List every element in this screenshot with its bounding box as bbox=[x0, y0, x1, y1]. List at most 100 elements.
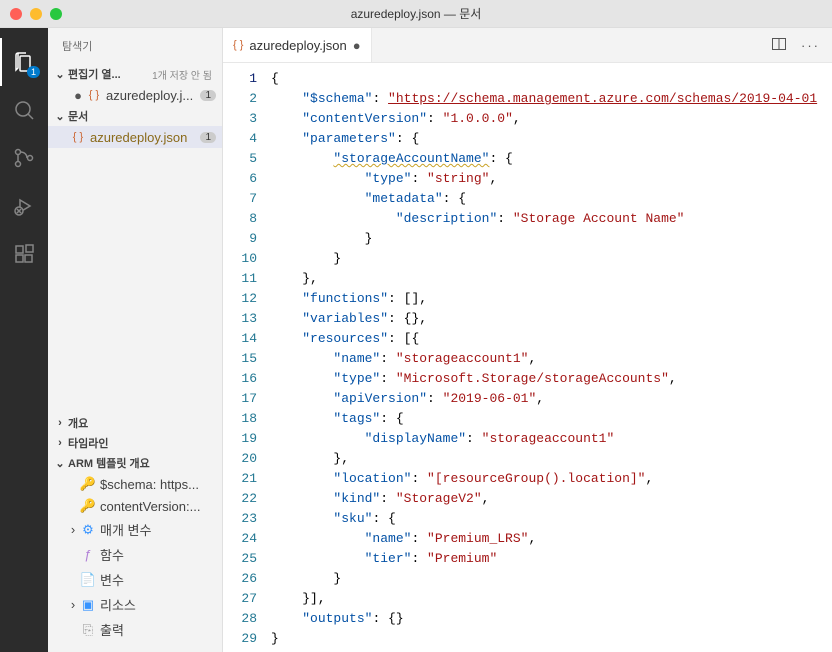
timeline-label: 타임라인 bbox=[68, 435, 108, 451]
unsaved-status: 1개 저장 안 됨 bbox=[152, 67, 218, 82]
explorer-icon[interactable]: 1 bbox=[0, 38, 48, 86]
arm-outline-item[interactable]: 🔑contentVersion:... bbox=[48, 495, 222, 517]
maximize-window-button[interactable] bbox=[50, 8, 62, 20]
json-file-icon: { } bbox=[233, 39, 243, 51]
open-editors-header[interactable]: ⌄ 편집기 열... 1개 저장 안 됨 bbox=[48, 64, 222, 84]
arm-outline-item[interactable]: ›▣리소스 bbox=[48, 592, 222, 617]
activity-bar: 1 bbox=[0, 28, 48, 652]
code-line: "description": "Storage Account Name" bbox=[271, 209, 832, 229]
code-line: "variables": {}, bbox=[271, 309, 832, 329]
arm-outline-item[interactable]: 📄변수 bbox=[48, 567, 222, 592]
code-line: "name": "Premium_LRS", bbox=[271, 529, 832, 549]
line-number: 17 bbox=[223, 389, 257, 409]
arm-item-label: $schema: https... bbox=[100, 477, 199, 492]
line-number: 4 bbox=[223, 129, 257, 149]
out-icon: ⎘ bbox=[80, 622, 96, 638]
code-line: "location": "[resourceGroup().location]"… bbox=[271, 469, 832, 489]
arm-outline-item[interactable]: 🔑$schema: https... bbox=[48, 473, 222, 495]
split-editor-icon[interactable] bbox=[771, 36, 787, 55]
code-line: } bbox=[271, 569, 832, 589]
window-controls bbox=[10, 8, 62, 20]
code-line: "type": "Microsoft.Storage/storageAccoun… bbox=[271, 369, 832, 389]
line-number: 7 bbox=[223, 189, 257, 209]
arm-item-label: 리소스 bbox=[100, 595, 136, 614]
chevron-right-icon: › bbox=[52, 417, 68, 429]
code-line: } bbox=[271, 229, 832, 249]
code-line: "tags": { bbox=[271, 409, 832, 429]
arm-item-label: contentVersion:... bbox=[100, 499, 200, 514]
code-line: }, bbox=[271, 449, 832, 469]
workspace-file-item[interactable]: { } azuredeploy.json 1 bbox=[48, 126, 222, 148]
arm-outline-item[interactable]: ƒ함수 bbox=[48, 542, 222, 567]
code-line: "sku": { bbox=[271, 509, 832, 529]
json-file-icon: { } bbox=[70, 129, 86, 145]
arm-template-header[interactable]: ⌄ ARM 템플릿 개요 bbox=[48, 453, 222, 473]
more-actions-icon[interactable]: ··· bbox=[801, 38, 820, 53]
code-line: "type": "string", bbox=[271, 169, 832, 189]
arm-outline-item[interactable]: ⎘출력 bbox=[48, 617, 222, 642]
line-number: 10 bbox=[223, 249, 257, 269]
debug-icon[interactable] bbox=[0, 182, 48, 230]
code-line: "resources": [{ bbox=[271, 329, 832, 349]
code-line: "$schema": "https://schema.management.az… bbox=[271, 89, 832, 109]
outline-header[interactable]: › 개요 bbox=[48, 413, 222, 433]
dirty-dot-icon: ● bbox=[70, 88, 86, 103]
line-number: 13 bbox=[223, 309, 257, 329]
chevron-right-icon: › bbox=[52, 437, 68, 449]
cube-icon: ▣ bbox=[80, 597, 96, 613]
search-icon[interactable] bbox=[0, 86, 48, 134]
arm-item-label: 출력 bbox=[100, 620, 124, 639]
tab-bar: { } azuredeploy.json ● ··· bbox=[223, 28, 832, 63]
timeline-header[interactable]: › 타임라인 bbox=[48, 433, 222, 453]
open-editor-filename: azuredeploy.j... bbox=[106, 88, 200, 103]
line-number: 14 bbox=[223, 329, 257, 349]
explorer-badge: 1 bbox=[27, 66, 40, 78]
line-number-gutter: 1234567891011121314151617181920212223242… bbox=[223, 63, 271, 652]
line-number: 28 bbox=[223, 609, 257, 629]
code-editor[interactable]: 1234567891011121314151617181920212223242… bbox=[223, 63, 832, 652]
problem-count: 1 bbox=[200, 132, 216, 143]
code-line: "tier": "Premium" bbox=[271, 549, 832, 569]
editor-area: { } azuredeploy.json ● ··· 1234567891011… bbox=[223, 28, 832, 652]
code-line: "outputs": {} bbox=[271, 609, 832, 629]
code-line: } bbox=[271, 629, 832, 649]
line-number: 27 bbox=[223, 589, 257, 609]
chevron-right-icon: › bbox=[66, 597, 80, 612]
outline-label: 개요 bbox=[68, 415, 88, 431]
code-line: "kind": "StorageV2", bbox=[271, 489, 832, 509]
gear-icon: ⚙ bbox=[80, 522, 96, 538]
source-control-icon[interactable] bbox=[0, 134, 48, 182]
code-line: }, bbox=[271, 269, 832, 289]
code-content[interactable]: { "$schema": "https://schema.management.… bbox=[271, 63, 832, 652]
editor-tab[interactable]: { } azuredeploy.json ● bbox=[223, 28, 372, 62]
problem-count: 1 bbox=[200, 90, 216, 101]
code-line: "name": "storageaccount1", bbox=[271, 349, 832, 369]
dirty-dot-icon: ● bbox=[353, 38, 361, 53]
chevron-down-icon: ⌄ bbox=[52, 457, 68, 470]
chevron-down-icon: ⌄ bbox=[52, 110, 68, 123]
line-number: 20 bbox=[223, 449, 257, 469]
minimize-window-button[interactable] bbox=[30, 8, 42, 20]
code-line: { bbox=[271, 69, 832, 89]
line-number: 9 bbox=[223, 229, 257, 249]
extensions-icon[interactable] bbox=[0, 230, 48, 278]
sidebar: 탐색기 ⌄ 편집기 열... 1개 저장 안 됨 ● { } azuredepl… bbox=[48, 28, 223, 652]
workspace-label: 문서 bbox=[68, 108, 88, 124]
arm-template-label: ARM 템플릿 개요 bbox=[68, 455, 150, 471]
line-number: 6 bbox=[223, 169, 257, 189]
open-editor-item[interactable]: ● { } azuredeploy.j... 1 bbox=[48, 84, 222, 106]
line-number: 2 bbox=[223, 89, 257, 109]
line-number: 8 bbox=[223, 209, 257, 229]
arm-item-label: 함수 bbox=[100, 545, 124, 564]
chevron-right-icon: › bbox=[66, 522, 80, 537]
chevron-down-icon: ⌄ bbox=[52, 68, 68, 81]
close-window-button[interactable] bbox=[10, 8, 22, 20]
arm-outline-item[interactable]: ›⚙매개 변수 bbox=[48, 517, 222, 542]
line-number: 26 bbox=[223, 569, 257, 589]
code-line: "contentVersion": "1.0.0.0", bbox=[271, 109, 832, 129]
arm-item-label: 변수 bbox=[100, 570, 124, 589]
line-number: 1 bbox=[223, 69, 257, 89]
workspace-header[interactable]: ⌄ 문서 bbox=[48, 106, 222, 126]
titlebar: azuredeploy.json — 문서 bbox=[0, 0, 832, 28]
code-line: } bbox=[271, 249, 832, 269]
